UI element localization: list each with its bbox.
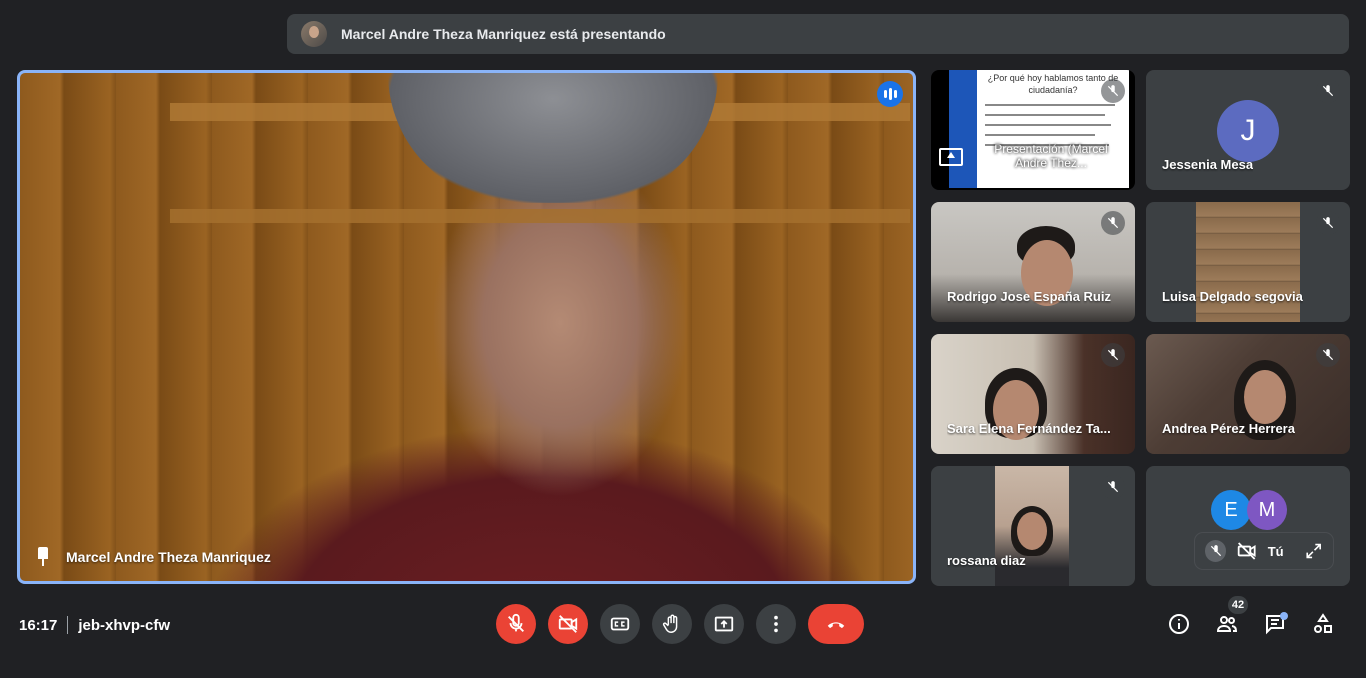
main-tile-label: Marcel Andre Theza Manriquez: [34, 547, 271, 567]
participants-count-badge: 42: [1228, 596, 1248, 614]
main-participant-name: Marcel Andre Theza Manriquez: [66, 549, 271, 565]
more-vert-icon: [774, 615, 778, 633]
activities-button[interactable]: [1310, 611, 1336, 637]
self-label: Tú: [1267, 543, 1284, 559]
video-feed: [995, 466, 1069, 586]
self-view-tile[interactable]: E M Tú: [1146, 466, 1350, 586]
participant-name: rossana diaz: [947, 553, 1026, 568]
presenting-banner: Marcel Andre Theza Manriquez está presen…: [287, 14, 1349, 54]
participant-name: Luisa Delgado segovia: [1162, 289, 1303, 304]
call-end-icon: [827, 622, 845, 629]
meeting-details-button[interactable]: [1166, 611, 1192, 637]
raise-hand-button[interactable]: [652, 604, 692, 644]
camera-off-icon: [558, 615, 578, 633]
avatar: M: [1247, 490, 1287, 530]
avatar: E: [1211, 490, 1251, 530]
participant-tile-sara[interactable]: Sara Elena Fernández Ta...: [931, 334, 1135, 454]
participant-tile-jessenia[interactable]: J Jessenia Mesa: [1146, 70, 1350, 190]
mic-off-icon: [1101, 343, 1125, 367]
slide-blue-band: [949, 70, 977, 188]
speaking-indicator-icon: [877, 81, 903, 107]
toggle-camera-button[interactable]: [548, 604, 588, 644]
slide-line: [985, 104, 1115, 106]
pin-icon[interactable]: [34, 547, 52, 567]
video-face: [1244, 370, 1286, 424]
video-feed: [1196, 202, 1300, 322]
hand-icon: [662, 614, 678, 633]
leave-call-button[interactable]: [808, 604, 864, 644]
participant-tile-luisa[interactable]: Luisa Delgado segovia: [1146, 202, 1350, 322]
participant-name: Jessenia Mesa: [1162, 157, 1254, 172]
mic-off-icon: [1101, 211, 1125, 235]
mic-off-icon: [1101, 475, 1125, 499]
divider: [67, 616, 69, 634]
main-video-tile[interactable]: Marcel Andre Theza Manriquez: [17, 70, 916, 584]
mic-off-icon: [1316, 211, 1340, 235]
people-icon: [1216, 616, 1238, 632]
presenter-avatar: [301, 21, 327, 47]
mic-off-icon[interactable]: [1205, 540, 1227, 562]
bottom-control-bar: 16:17 jeb-xhvp-cfw: [0, 594, 1366, 656]
participant-name: Andrea Pérez Herrera: [1162, 421, 1295, 436]
meet-window: Marcel Andre Theza Manriquez está presen…: [0, 0, 1366, 678]
more-options-button[interactable]: [756, 604, 796, 644]
captions-icon: [610, 617, 630, 631]
participant-name: Sara Elena Fernández Ta...: [947, 421, 1111, 436]
mic-off-icon: [1316, 79, 1340, 103]
activities-icon: [1314, 613, 1332, 633]
meeting-code: jeb-xhvp-cfw: [78, 616, 171, 634]
avatar: J: [1217, 100, 1279, 162]
present-screen-icon: [939, 148, 963, 166]
meeting-details: 16:17 jeb-xhvp-cfw: [19, 616, 170, 634]
clock-time: 16:17: [19, 616, 58, 634]
slide-line: [985, 114, 1105, 116]
expand-icon[interactable]: [1304, 541, 1323, 561]
video-face: [1017, 512, 1047, 550]
presentation-tile[interactable]: ¿Por qué hoy hablamos tanto de ciudadaní…: [931, 70, 1135, 190]
mic-off-icon: [1101, 79, 1125, 103]
mic-off-icon: [1316, 343, 1340, 367]
present-screen-icon: [714, 616, 734, 632]
toggle-mic-button[interactable]: [496, 604, 536, 644]
participant-name: Rodrigo Jose España Ruiz: [947, 289, 1111, 304]
present-now-button[interactable]: [704, 604, 744, 644]
slide-line: [985, 124, 1111, 126]
participant-tile-rodrigo[interactable]: Rodrigo Jose España Ruiz: [931, 202, 1135, 322]
participant-tile-rossana[interactable]: rossana diaz: [931, 466, 1135, 586]
mic-off-icon: [508, 613, 524, 632]
chat-notification-dot: [1280, 612, 1288, 620]
info-icon: [1169, 614, 1189, 634]
presenting-text: Marcel Andre Theza Manriquez está presen…: [341, 26, 666, 42]
camera-off-icon[interactable]: [1236, 540, 1257, 562]
participant-tile-andrea[interactable]: Andrea Pérez Herrera: [1146, 334, 1350, 454]
presentation-label: Presentación (Marcel Andre Thez...: [994, 142, 1108, 170]
self-controls: Tú: [1195, 533, 1333, 569]
captions-button[interactable]: [600, 604, 640, 644]
slide-line: [985, 134, 1095, 136]
participants-button[interactable]: [1214, 611, 1240, 637]
